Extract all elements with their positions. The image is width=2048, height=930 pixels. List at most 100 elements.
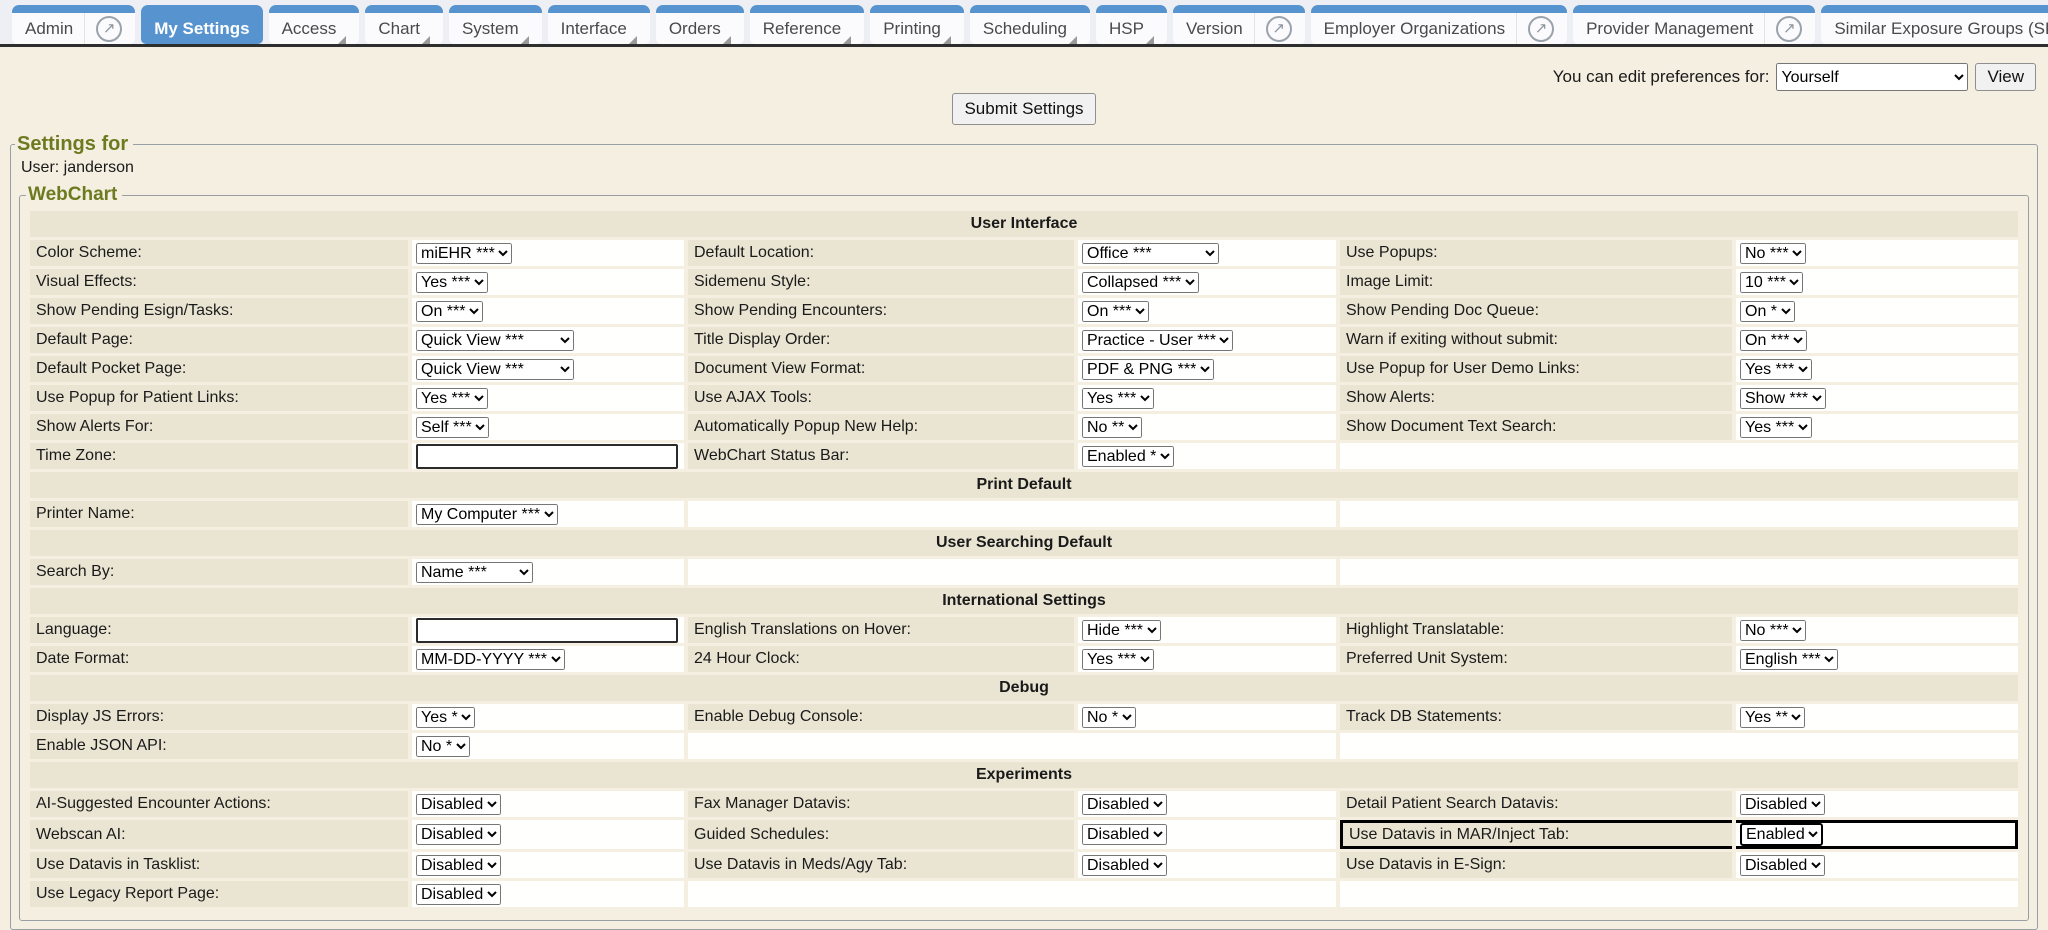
tab-label: Similar Exposure Groups (SEGs) [1834, 19, 2048, 39]
setting-select-fax-manager-datavis[interactable]: Disabled [1082, 794, 1167, 815]
setting-input-time-zone[interactable] [416, 444, 678, 469]
setting-select-color-scheme[interactable]: miEHR *** [416, 243, 512, 264]
tab-body[interactable]: Scheduling [970, 13, 1090, 44]
setting-label-highlight-translatable: Highlight Translatable: [1340, 617, 1732, 643]
tab-printing[interactable]: Printing [870, 5, 964, 44]
tab-similar-exposure-groups-segs[interactable]: Similar Exposure Groups (SEGs)↗ [1821, 5, 2048, 44]
setting-select-use-legacy-report-page[interactable]: Disabled [416, 884, 501, 905]
setting-select-show-pending-encounters[interactable]: On *** [1082, 301, 1149, 322]
tab-body[interactable]: Employer Organizations↗ [1311, 13, 1567, 44]
setting-select-guided-schedules[interactable]: Disabled [1082, 824, 1167, 845]
setting-select-english-translations-on-hover[interactable]: Hide *** [1082, 620, 1161, 641]
setting-select-use-popups[interactable]: No *** [1740, 243, 1806, 264]
tab-provider-management[interactable]: Provider Management↗ [1573, 5, 1815, 44]
settings-row: Show Alerts For:Self ***Automatically Po… [30, 414, 2018, 440]
setting-select-date-format[interactable]: MM-DD-YYYY *** [416, 649, 565, 670]
tab-body[interactable]: Chart [365, 13, 443, 44]
dropdown-caret-icon [843, 36, 851, 44]
setting-select-title-display-order[interactable]: Practice - User *** [1082, 330, 1233, 351]
setting-select-use-datavis-in-meds-agy-tab[interactable]: Disabled [1082, 855, 1167, 876]
setting-select-enable-json-api[interactable]: No * [416, 736, 470, 757]
setting-select-sidemenu-style[interactable]: Collapsed *** [1082, 272, 1199, 293]
tab-my-settings[interactable]: My Settings [141, 5, 262, 44]
setting-label-default-pocket-page: Default Pocket Page: [30, 356, 408, 382]
tab-chart[interactable]: Chart [365, 5, 443, 44]
popup-arrow-icon[interactable]: ↗ [96, 16, 122, 42]
setting-select-ai-suggested-encounter-actions[interactable]: Disabled [416, 794, 501, 815]
setting-select-warn-if-exiting-without-submit[interactable]: On *** [1740, 330, 1807, 351]
setting-label-display-js-errors: Display JS Errors: [30, 704, 408, 730]
tab-body[interactable]: Similar Exposure Groups (SEGs)↗ [1821, 13, 2048, 44]
setting-input-language[interactable] [416, 618, 678, 643]
popup-arrow-icon[interactable]: ↗ [1528, 16, 1554, 42]
setting-select-show-pending-esign-tasks[interactable]: On *** [416, 301, 483, 322]
submit-settings-button[interactable]: Submit Settings [952, 93, 1095, 125]
setting-select-use-datavis-in-e-sign[interactable]: Disabled [1740, 855, 1825, 876]
tab-body[interactable]: Provider Management↗ [1573, 13, 1815, 44]
tab-top-bar [365, 5, 443, 13]
tab-admin[interactable]: Admin↗ [12, 5, 135, 44]
setting-select-default-location[interactable]: Office *** [1082, 243, 1219, 264]
setting-label-automatically-popup-new-help: Automatically Popup New Help: [688, 414, 1074, 440]
setting-select-visual-effects[interactable]: Yes *** [416, 272, 488, 293]
setting-select-webchart-status-bar[interactable]: Enabled * [1082, 446, 1174, 467]
tab-orders[interactable]: Orders [656, 5, 744, 44]
tab-body[interactable]: System [449, 13, 542, 44]
tab-body[interactable]: Printing [870, 13, 964, 44]
setting-select-24-hour-clock[interactable]: Yes *** [1082, 649, 1154, 670]
tab-employer-organizations[interactable]: Employer Organizations↗ [1311, 5, 1567, 44]
tab-body[interactable]: Orders [656, 13, 744, 44]
tab-access[interactable]: Access [269, 5, 360, 44]
setting-value-cell: Disabled [412, 852, 684, 878]
setting-select-use-ajax-tools[interactable]: Yes *** [1082, 388, 1154, 409]
setting-select-preferred-unit-system[interactable]: English *** [1740, 649, 1838, 670]
setting-label-webchart-status-bar: WebChart Status Bar: [688, 443, 1074, 469]
setting-select-show-alerts-for[interactable]: Self *** [416, 417, 489, 438]
tab-reference[interactable]: Reference [750, 5, 864, 44]
popup-arrow-icon[interactable]: ↗ [1776, 16, 1802, 42]
tab-version[interactable]: Version↗ [1173, 5, 1305, 44]
setting-select-display-js-errors[interactable]: Yes * [416, 707, 475, 728]
tab-body[interactable]: HSP [1096, 13, 1167, 44]
setting-select-search-by[interactable]: Name *** [416, 562, 533, 583]
tab-body[interactable]: Admin↗ [12, 13, 135, 44]
preferences-user-select[interactable]: Yourself [1776, 63, 1968, 91]
tab-body[interactable]: My Settings [141, 13, 262, 44]
setting-value-cell: Quick View *** [412, 327, 684, 353]
setting-label-track-db-statements: Track DB Statements: [1340, 704, 1732, 730]
setting-select-show-alerts[interactable]: Show *** [1740, 388, 1826, 409]
setting-select-use-datavis-in-tasklist[interactable]: Disabled [416, 855, 501, 876]
tab-body[interactable]: Version↗ [1173, 13, 1305, 44]
tab-body[interactable]: Reference [750, 13, 864, 44]
tab-scheduling[interactable]: Scheduling [970, 5, 1090, 44]
setting-select-use-datavis-in-mar-inject-tab[interactable]: Enabled [1740, 823, 1823, 846]
setting-select-default-page[interactable]: Quick View *** [416, 330, 574, 351]
setting-select-detail-patient-search-datavis[interactable]: Disabled [1740, 794, 1825, 815]
tab-system[interactable]: System [449, 5, 542, 44]
tab-body[interactable]: Interface [548, 13, 650, 44]
tab-hsp[interactable]: HSP [1096, 5, 1167, 44]
setting-select-highlight-translatable[interactable]: No *** [1740, 620, 1806, 641]
setting-select-show-pending-doc-queue[interactable]: On * [1740, 301, 1795, 322]
setting-select-enable-debug-console[interactable]: No * [1082, 707, 1136, 728]
setting-select-track-db-statements[interactable]: Yes ** [1740, 707, 1805, 728]
setting-label-document-view-format: Document View Format: [688, 356, 1074, 382]
tab-label: Orders [669, 19, 721, 39]
setting-select-use-popup-for-patient-links[interactable]: Yes *** [416, 388, 488, 409]
popup-arrow-icon[interactable]: ↗ [1266, 16, 1292, 42]
setting-value-cell: No * [412, 733, 684, 759]
tab-interface[interactable]: Interface [548, 5, 650, 44]
setting-select-printer-name[interactable]: My Computer *** [416, 504, 558, 525]
setting-select-default-pocket-page[interactable]: Quick View *** [416, 359, 574, 380]
setting-label-color-scheme: Color Scheme: [30, 240, 408, 266]
setting-select-use-popup-for-user-demo-links[interactable]: Yes *** [1740, 359, 1812, 380]
tab-label: Interface [561, 19, 627, 39]
setting-select-document-view-format[interactable]: PDF & PNG *** [1082, 359, 1214, 380]
tab-body[interactable]: Access [269, 13, 360, 44]
setting-select-show-document-text-search[interactable]: Yes *** [1740, 417, 1812, 438]
view-button[interactable]: View [1975, 63, 2036, 91]
tab-top-bar [141, 5, 262, 13]
setting-select-webscan-ai[interactable]: Disabled [416, 824, 501, 845]
setting-select-automatically-popup-new-help[interactable]: No ** [1082, 417, 1142, 438]
setting-select-image-limit[interactable]: 10 *** [1740, 272, 1803, 293]
